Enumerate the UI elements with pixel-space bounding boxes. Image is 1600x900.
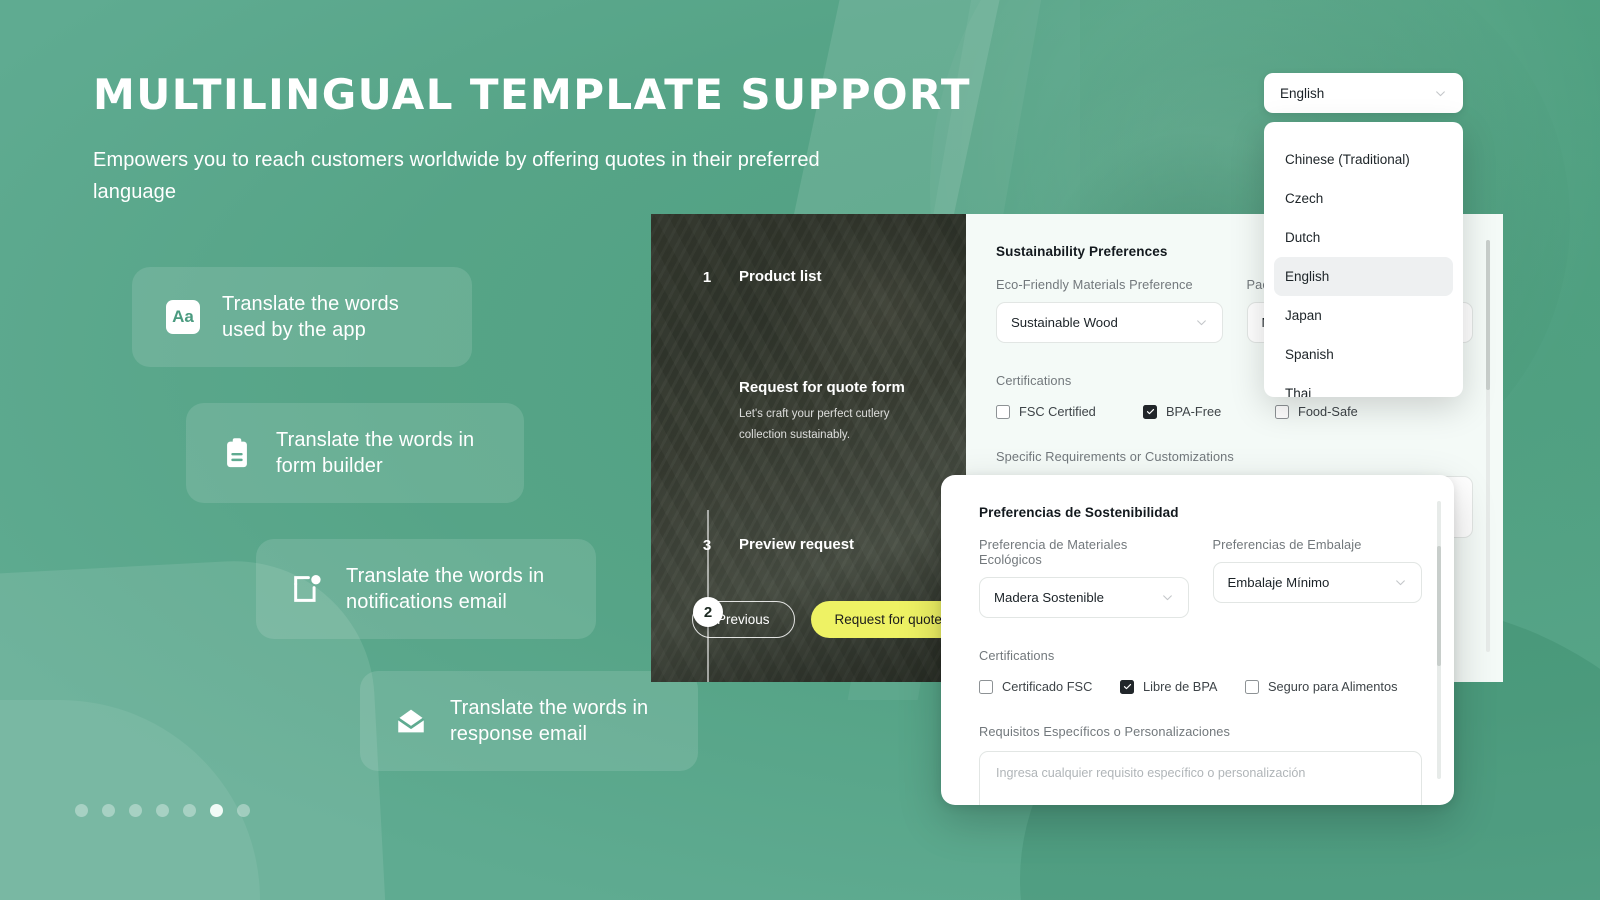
language-dropdown-menu[interactable]: Chinese (Traditional) Czech Dutch Englis…	[1264, 122, 1463, 397]
carousel-pagination[interactable]	[75, 804, 250, 817]
certification-label: BPA-Free	[1166, 404, 1222, 419]
language-option-spanish[interactable]: Spanish	[1274, 335, 1453, 374]
pagination-dot[interactable]	[156, 804, 169, 817]
chevron-down-icon	[1162, 595, 1172, 601]
check-icon	[1123, 683, 1131, 690]
language-option-chinese-traditional[interactable]: Chinese (Traditional)	[1274, 140, 1453, 179]
scrollbar-thumb[interactable]	[1437, 546, 1441, 666]
language-option-dutch[interactable]: Dutch	[1274, 218, 1453, 257]
certification-bpa-free[interactable]: BPA-Free	[1143, 404, 1275, 419]
checkbox-checked[interactable]	[1120, 679, 1134, 694]
checkbox-unchecked[interactable]	[979, 679, 993, 694]
certifications-label: Certifications	[979, 648, 1055, 663]
language-option-english-selected[interactable]: English	[1274, 257, 1453, 296]
pagination-dot[interactable]	[129, 804, 142, 817]
eco-materials-select[interactable]: Madera Sostenible	[979, 577, 1189, 618]
eco-materials-field: Preferencia de Materiales Ecológicos Mad…	[979, 537, 1189, 618]
form-section-title: Preferencias de Sostenibilidad	[979, 505, 1179, 520]
pagination-dot[interactable]	[237, 804, 250, 817]
stepper-connector	[707, 510, 709, 682]
step-2-title[interactable]: Request for quote form	[739, 379, 905, 396]
checkbox-checked[interactable]	[1143, 404, 1157, 419]
requirements-textarea[interactable]: Ingresa cualquier requisito específico o…	[979, 751, 1422, 805]
quote-flow-photo-panel: 1 Product list 2 Request for quote form …	[651, 214, 966, 682]
feature-label: Translate the words in response email	[450, 697, 649, 745]
feature-card-notifications-email: Translate the words in notifications ema…	[256, 539, 596, 639]
step-3-title[interactable]: Preview request	[739, 536, 854, 553]
certification-fsc[interactable]: FSC Certified	[996, 404, 1143, 419]
previous-button[interactable]: Previous	[692, 601, 795, 638]
checkbox-unchecked[interactable]	[1275, 404, 1289, 419]
language-selected-value: English	[1280, 85, 1325, 101]
aa-text-icon: Aa	[166, 300, 200, 334]
packaging-select[interactable]: Embalaje Mínimo	[1212, 562, 1422, 603]
pagination-dot[interactable]	[75, 804, 88, 817]
step-1-title[interactable]: Product list	[739, 268, 822, 285]
language-option-czech[interactable]: Czech	[1274, 179, 1453, 218]
step-3-number: 3	[702, 537, 712, 554]
chevron-down-icon	[1436, 90, 1445, 96]
chevron-down-icon	[1396, 580, 1405, 586]
pagination-dot[interactable]	[183, 804, 196, 817]
packaging-field: Preferencias de Embalaje Embalaje Mínimo	[1212, 537, 1422, 618]
certification-label: FSC Certified	[1019, 404, 1096, 419]
feature-card-form-builder: Translate the words in form builder	[186, 403, 524, 503]
clipboard-icon	[227, 438, 247, 468]
eco-materials-value: Madera Sostenible	[994, 590, 1104, 605]
feature-card-response-email: Translate the words in response email	[360, 671, 698, 771]
step-2-description: Let's craft your perfect cutlery collect…	[739, 408, 890, 442]
certification-food-safe[interactable]: Seguro para Alimentos	[1245, 679, 1397, 694]
language-option-thai[interactable]: Thai	[1274, 374, 1453, 397]
envelope-open-icon	[397, 709, 425, 733]
pagination-dot-active[interactable]	[210, 804, 223, 817]
eco-materials-label: Eco-Friendly Materials Preference	[996, 277, 1193, 292]
form-scrollbar-spanish[interactable]	[1437, 501, 1441, 779]
feature-card-app-words: Aa Translate the words used by the app	[132, 267, 472, 367]
page-subtitle: Empowers you to reach customers worldwid…	[93, 149, 820, 204]
pagination-dot[interactable]	[102, 804, 115, 817]
eco-materials-label: Preferencia de Materiales Ecológicos	[979, 537, 1128, 567]
packaging-value: Embalaje Mínimo	[1227, 575, 1330, 590]
sustainability-form-spanish: Preferencias de Sostenibilidad Preferenc…	[941, 475, 1454, 805]
notification-square-icon	[294, 574, 321, 602]
feature-label: Translate the words in form builder	[276, 429, 475, 477]
requirements-label: Requisitos Específicos o Personalizacion…	[979, 724, 1231, 739]
checkbox-unchecked[interactable]	[1245, 679, 1259, 694]
certification-food-safe[interactable]: Food-Safe	[1275, 404, 1358, 419]
packaging-label: Preferencias de Embalaje	[1212, 537, 1362, 552]
language-select[interactable]: English	[1264, 73, 1463, 113]
checkbox-unchecked[interactable]	[996, 404, 1010, 419]
eco-materials-select[interactable]: Sustainable Wood	[996, 302, 1223, 343]
requirements-label: Specific Requirements or Customizations	[996, 449, 1234, 464]
check-icon	[1146, 408, 1154, 415]
certification-fsc[interactable]: Certificado FSC	[979, 679, 1120, 694]
page-title: MULTILINGUAL TEMPLATE SUPPORT	[93, 70, 971, 119]
step-1-number: 1	[702, 269, 712, 286]
feature-label: Translate the words used by the app	[222, 293, 399, 341]
certification-label: Seguro para Alimentos	[1268, 679, 1398, 694]
chevron-down-icon	[1196, 320, 1206, 326]
eco-materials-field: Eco-Friendly Materials Preference Sustai…	[996, 277, 1223, 343]
language-option-japan[interactable]: Japan	[1274, 296, 1453, 335]
form-scrollbar-english[interactable]	[1486, 240, 1490, 652]
certification-label: Libre de BPA	[1143, 679, 1218, 694]
feature-label: Translate the words in notifications ema…	[346, 565, 545, 613]
scrollbar-thumb[interactable]	[1486, 240, 1490, 390]
certification-label: Certificado FSC	[1002, 679, 1093, 694]
eco-materials-value: Sustainable Wood	[1011, 315, 1118, 330]
certification-bpa-free[interactable]: Libre de BPA	[1120, 679, 1245, 694]
quote-flow-actions: Previous Request for quote	[692, 601, 966, 638]
certification-label: Food-Safe	[1298, 404, 1358, 419]
